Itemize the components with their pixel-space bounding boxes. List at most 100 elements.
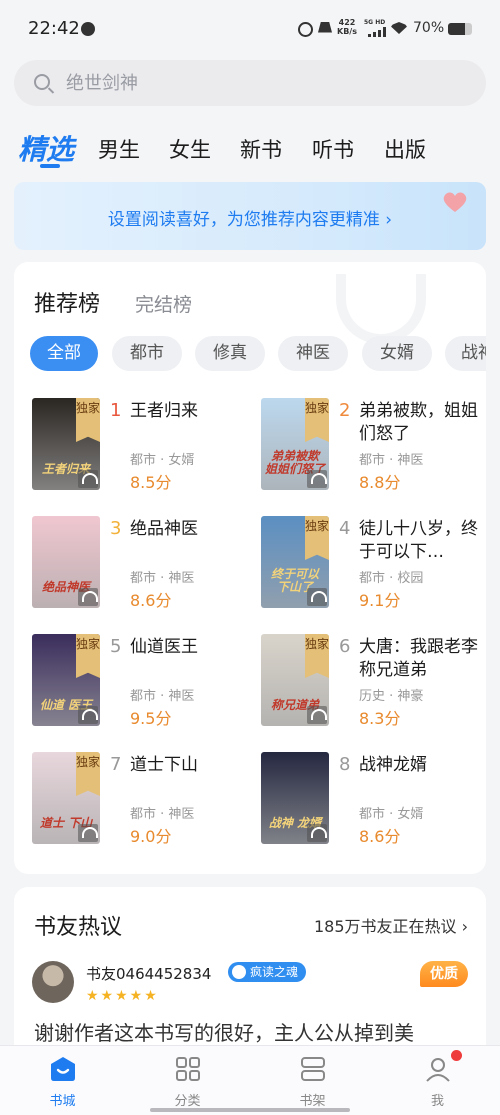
- book-title[interactable]: 绝品神医: [130, 518, 250, 541]
- exclusive-badge: 独家: [305, 516, 329, 560]
- book-title[interactable]: 仙道医王: [130, 636, 250, 659]
- book-item[interactable]: 称兄道弟 独家 6 大唐：我跟老李称兄道弟 历史 · 神豪 8.3分: [261, 634, 486, 730]
- tab-female[interactable]: 女生: [169, 134, 211, 164]
- network-speed-value: 422: [338, 18, 356, 27]
- user-name[interactable]: 书友0464452834: [86, 963, 211, 984]
- book-tags: 都市 · 神医: [130, 689, 195, 704]
- chip-all[interactable]: 全部: [30, 336, 98, 371]
- clock-icon: [81, 22, 95, 36]
- exclusive-badge: 独家: [305, 634, 329, 678]
- book-item[interactable]: 王者归来 独家 1 王者归来都市 · 女婿 8.5分: [32, 398, 262, 494]
- user-icon: [425, 1058, 450, 1082]
- headphones-icon: [78, 824, 98, 842]
- reading-preference-banner[interactable]: 设置阅读喜好，为您推荐内容更精准 ›: [14, 182, 486, 250]
- tab-active-indicator: [40, 164, 60, 168]
- headphones-icon: [78, 470, 98, 488]
- book-item[interactable]: 弟弟被欺 姐姐们怒了 独家 2 弟弟被欺，姐姐们怒了 都市 · 神医 8.8分: [261, 398, 486, 494]
- book-cover[interactable]: 弟弟被欺 姐姐们怒了 独家: [261, 398, 329, 490]
- book-title[interactable]: 徒儿十八岁，终于可以下…: [359, 518, 479, 564]
- user-badge: 疯读之魂: [228, 962, 307, 982]
- book-item[interactable]: 仙道 医王 独家 5 仙道医王都市 · 神医 9.5分: [32, 634, 262, 730]
- mute-icon: [318, 22, 332, 33]
- home-indicator[interactable]: [150, 1108, 350, 1112]
- tab-recommended-ranking[interactable]: 推荐榜: [34, 286, 100, 318]
- book-title[interactable]: 弟弟被欺，姐姐们怒了: [359, 400, 479, 446]
- rank-number: 1: [110, 400, 122, 421]
- tab-audiobooks[interactable]: 听书: [312, 134, 354, 164]
- book-cover[interactable]: 称兄道弟 独家: [261, 634, 329, 726]
- exclusive-badge: 独家: [76, 752, 100, 796]
- nav-category-label: 分类: [174, 1094, 201, 1109]
- rank-number: 3: [110, 518, 122, 539]
- search-input[interactable]: [66, 60, 466, 106]
- headphones-icon: [307, 470, 327, 488]
- rank-number: 5: [110, 636, 122, 657]
- book-score: 9.1分: [359, 591, 401, 610]
- book-item[interactable]: 战神 龙婿 8 战神龙婿都市 · 女婿 8.6分: [261, 752, 486, 848]
- exclusive-badge: 独家: [76, 398, 100, 442]
- search-icon: [34, 74, 50, 90]
- nav-bookstore[interactable]: 书城: [0, 1046, 125, 1115]
- tab-completed-ranking[interactable]: 完结榜: [135, 290, 192, 317]
- book-cover[interactable]: 道士 下山 独家: [32, 752, 100, 844]
- book-score: 8.6分: [130, 591, 172, 610]
- book-title[interactable]: 战神龙婿: [359, 754, 479, 777]
- rank-number: 7: [110, 754, 122, 775]
- book-score: 8.6分: [359, 827, 401, 846]
- headphones-icon: [307, 824, 327, 842]
- book-title[interactable]: 大唐：我跟老李称兄道弟: [359, 636, 479, 682]
- battery-icon: [448, 23, 472, 35]
- book-cover[interactable]: 绝品神医: [32, 516, 100, 608]
- book-cover[interactable]: 王者归来 独家: [32, 398, 100, 490]
- book-title[interactable]: 道士下山: [130, 754, 250, 777]
- notification-dot: [451, 1050, 462, 1061]
- nav-bookshelf[interactable]: 书架: [250, 1046, 375, 1115]
- book-score: 9.5分: [130, 709, 172, 728]
- discussion-more-link[interactable]: 185万书友正在热议 ›: [314, 913, 468, 937]
- tab-published[interactable]: 出版: [384, 134, 426, 164]
- chip-war-god[interactable]: 战神: [445, 336, 486, 371]
- genre-chips: 全部 都市 修真 神医 女婿 战神: [30, 336, 486, 372]
- bottom-navigation: 书城 分类 书架 我: [0, 1045, 500, 1115]
- book-cover[interactable]: 战神 龙婿: [261, 752, 329, 844]
- nav-me[interactable]: 我: [375, 1046, 500, 1115]
- search-bar[interactable]: [14, 60, 486, 106]
- book-tags: 历史 · 神豪: [359, 689, 424, 704]
- headphones-icon: [78, 588, 98, 606]
- discussion-title: 书友热议: [34, 915, 123, 940]
- nav-bookstore-label: 书城: [49, 1094, 76, 1109]
- book-item[interactable]: 终于可以 下山了 独家 4 徒儿十八岁，终于可以下… 都市 · 校园 9.1分: [261, 516, 486, 612]
- banner-text: 设置阅读喜好，为您推荐内容更精准 ›: [107, 210, 393, 230]
- avatar[interactable]: [32, 961, 74, 1003]
- rank-number: 8: [339, 754, 351, 775]
- book-tags: 都市 · 神医: [130, 807, 195, 822]
- book-tags: 都市 · 神医: [359, 453, 424, 468]
- book-item[interactable]: 道士 下山 独家 7 道士下山 都市 · 神医 9.0分: [32, 752, 262, 848]
- book-item[interactable]: 绝品神医 3 绝品神医都市 · 神医 8.6分: [32, 516, 262, 612]
- wifi-icon: [390, 22, 408, 34]
- network-speed: 422 KB/s: [336, 18, 358, 36]
- tab-new-books[interactable]: 新书: [240, 134, 282, 164]
- book-title[interactable]: 王者归来: [130, 400, 250, 423]
- book-tags: 都市 · 女婿: [130, 453, 195, 468]
- network-speed-unit: KB/s: [337, 27, 357, 36]
- chip-doctor[interactable]: 神医: [278, 336, 348, 371]
- book-score: 8.3分: [359, 709, 401, 728]
- book-cover[interactable]: 仙道 医王 独家: [32, 634, 100, 726]
- alarm-icon: [298, 22, 313, 37]
- book-cover[interactable]: 终于可以 下山了 独家: [261, 516, 329, 608]
- chip-son-in-law[interactable]: 女婿: [362, 336, 432, 371]
- nav-category[interactable]: 分类: [125, 1046, 250, 1115]
- user-badge-label: 疯读之魂: [250, 965, 299, 979]
- tab-male[interactable]: 男生: [98, 134, 140, 164]
- book-tags: 都市 · 女婿: [359, 807, 424, 822]
- rating-stars: ★★★★★: [86, 988, 159, 1004]
- chip-cultivation[interactable]: 修真: [195, 336, 265, 371]
- book-tags: 都市 · 神医: [130, 571, 195, 586]
- comment-text[interactable]: 谢谢作者这本书写的很好，主人公从掉到美: [34, 1019, 474, 1047]
- battery-percent: 70%: [413, 20, 445, 36]
- book-score: 8.5分: [130, 473, 172, 492]
- chip-urban[interactable]: 都市: [112, 336, 182, 371]
- grid-icon: [175, 1057, 200, 1081]
- tab-featured[interactable]: 精选: [18, 128, 74, 168]
